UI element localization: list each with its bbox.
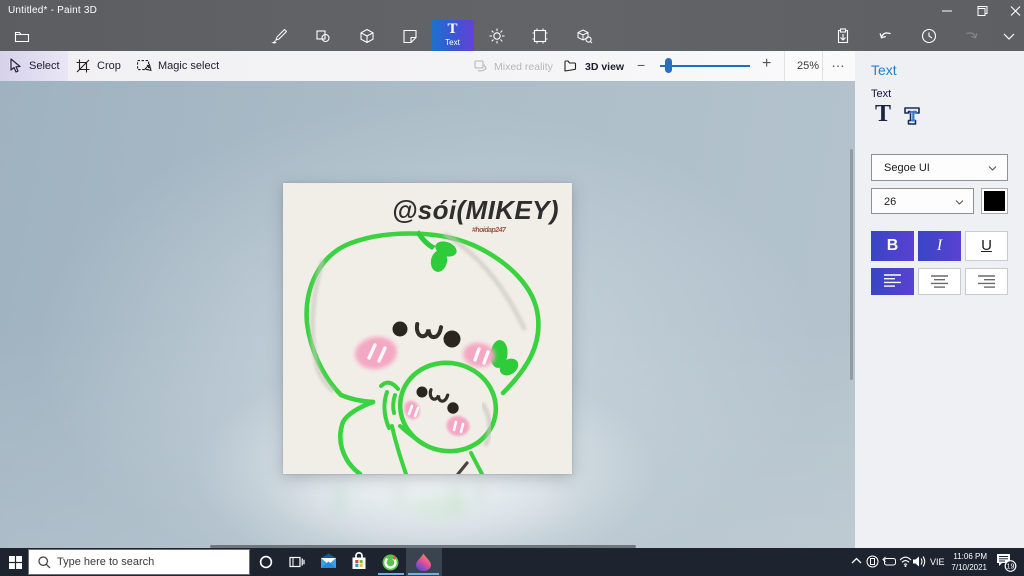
svg-text:#hoidap247: #hoidap247: [472, 227, 507, 234]
svg-text:@sói(MIKEY): @sói(MIKEY): [392, 195, 558, 225]
svg-text:19: 19: [1007, 564, 1015, 571]
